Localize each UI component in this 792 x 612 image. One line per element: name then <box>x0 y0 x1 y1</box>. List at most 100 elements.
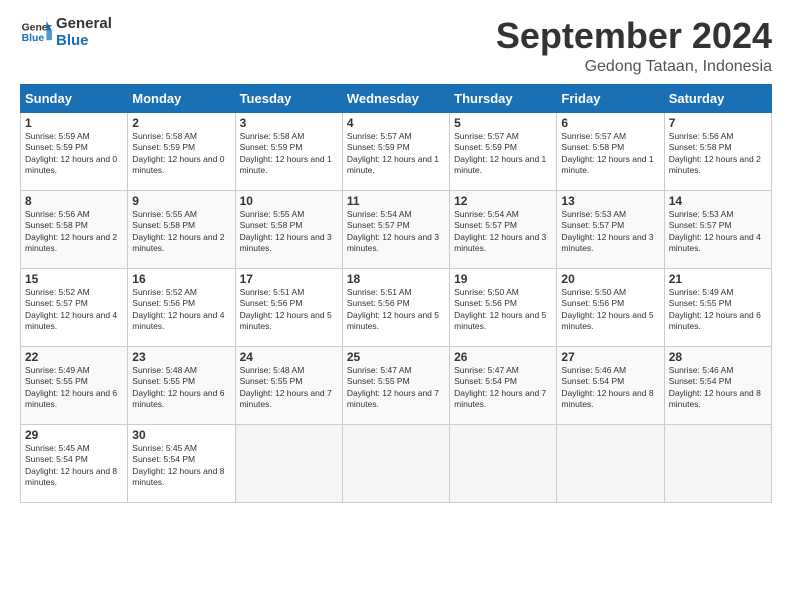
day-info: Sunrise: 5:58 AMSunset: 5:59 PMDaylight:… <box>240 131 338 177</box>
day-number: 17 <box>240 272 338 286</box>
calendar-cell: 29Sunrise: 5:45 AMSunset: 5:54 PMDayligh… <box>21 424 128 502</box>
calendar-cell <box>557 424 664 502</box>
day-info: Sunrise: 5:47 AMSunset: 5:54 PMDaylight:… <box>454 365 552 411</box>
header-monday: Monday <box>128 84 235 112</box>
day-info: Sunrise: 5:56 AMSunset: 5:58 PMDaylight:… <box>25 209 123 255</box>
logo: General Blue General Blue <box>20 16 112 49</box>
day-info: Sunrise: 5:57 AMSunset: 5:59 PMDaylight:… <box>454 131 552 177</box>
day-info: Sunrise: 5:48 AMSunset: 5:55 PMDaylight:… <box>132 365 230 411</box>
day-info: Sunrise: 5:47 AMSunset: 5:55 PMDaylight:… <box>347 365 445 411</box>
header-sunday: Sunday <box>21 84 128 112</box>
day-number: 1 <box>25 116 123 130</box>
page-header: General Blue General Blue September 2024… <box>20 16 772 76</box>
calendar-row: 8Sunrise: 5:56 AMSunset: 5:58 PMDaylight… <box>21 190 772 268</box>
calendar-cell: 24Sunrise: 5:48 AMSunset: 5:55 PMDayligh… <box>235 346 342 424</box>
day-info: Sunrise: 5:49 AMSunset: 5:55 PMDaylight:… <box>669 287 767 333</box>
calendar-cell <box>342 424 449 502</box>
location-title: Gedong Tataan, Indonesia <box>496 58 772 76</box>
day-number: 19 <box>454 272 552 286</box>
calendar-cell: 20Sunrise: 5:50 AMSunset: 5:56 PMDayligh… <box>557 268 664 346</box>
calendar-row: 29 Sunrise: 5:45 AMSunset: 5:54 PMDayligh… <box>21 424 772 502</box>
calendar-cell: 25Sunrise: 5:47 AMSunset: 5:55 PMDayligh… <box>342 346 449 424</box>
day-info: Sunrise: 5:46 AMSunset: 5:54 PMDaylight:… <box>669 365 767 411</box>
day-number: 14 <box>669 194 767 208</box>
day-info: Sunrise: 5:51 AMSunset: 5:56 PMDaylight:… <box>240 287 338 333</box>
logo-icon: General Blue <box>20 19 52 47</box>
calendar-cell: 15Sunrise: 5:52 AMSunset: 5:57 PMDayligh… <box>21 268 128 346</box>
day-number: 29 <box>25 428 123 442</box>
calendar-cell: 21Sunrise: 5:49 AMSunset: 5:55 PMDayligh… <box>664 268 771 346</box>
day-number: 13 <box>561 194 659 208</box>
calendar-row: 22Sunrise: 5:49 AMSunset: 5:55 PMDayligh… <box>21 346 772 424</box>
day-number: 7 <box>669 116 767 130</box>
calendar-header-row: SundayMondayTuesdayWednesdayThursdayFrid… <box>21 84 772 112</box>
calendar-cell <box>235 424 342 502</box>
calendar-row: 15Sunrise: 5:52 AMSunset: 5:57 PMDayligh… <box>21 268 772 346</box>
month-title: September 2024 <box>496 16 772 56</box>
day-info: Sunrise: 5:48 AMSunset: 5:55 PMDaylight:… <box>240 365 338 411</box>
calendar-cell: 27Sunrise: 5:46 AMSunset: 5:54 PMDayligh… <box>557 346 664 424</box>
day-number: 15 <box>25 272 123 286</box>
day-info: Sunrise: 5:46 AMSunset: 5:54 PMDaylight:… <box>561 365 659 411</box>
day-info: Sunrise: 5:58 AMSunset: 5:59 PMDaylight:… <box>132 131 230 177</box>
day-info: Sunrise: 5:55 AMSunset: 5:58 PMDaylight:… <box>132 209 230 255</box>
calendar-cell: 22Sunrise: 5:49 AMSunset: 5:55 PMDayligh… <box>21 346 128 424</box>
day-number: 5 <box>454 116 552 130</box>
day-info: Sunrise: 5:57 AMSunset: 5:59 PMDaylight:… <box>347 131 445 177</box>
calendar-cell: 26Sunrise: 5:47 AMSunset: 5:54 PMDayligh… <box>450 346 557 424</box>
calendar-cell: 4Sunrise: 5:57 AMSunset: 5:59 PMDaylight… <box>342 112 449 190</box>
day-number: 20 <box>561 272 659 286</box>
day-info: Sunrise: 5:49 AMSunset: 5:55 PMDaylight:… <box>25 365 123 411</box>
day-number: 21 <box>669 272 767 286</box>
calendar-cell: 10Sunrise: 5:55 AMSunset: 5:58 PMDayligh… <box>235 190 342 268</box>
header-saturday: Saturday <box>664 84 771 112</box>
day-number: 16 <box>132 272 230 286</box>
day-info: Sunrise: 5:57 AMSunset: 5:58 PMDaylight:… <box>561 131 659 177</box>
calendar-cell: 13Sunrise: 5:53 AMSunset: 5:57 PMDayligh… <box>557 190 664 268</box>
calendar-cell: 28Sunrise: 5:46 AMSunset: 5:54 PMDayligh… <box>664 346 771 424</box>
day-number: 9 <box>132 194 230 208</box>
day-number: 24 <box>240 350 338 364</box>
calendar-cell: 6Sunrise: 5:57 AMSunset: 5:58 PMDaylight… <box>557 112 664 190</box>
day-number: 25 <box>347 350 445 364</box>
calendar-cell: 12Sunrise: 5:54 AMSunset: 5:57 PMDayligh… <box>450 190 557 268</box>
day-info: Sunrise: 5:52 AMSunset: 5:57 PMDaylight:… <box>25 287 123 333</box>
calendar-cell: 1Sunrise: 5:59 AMSunset: 5:59 PMDaylight… <box>21 112 128 190</box>
calendar-cell: 17Sunrise: 5:51 AMSunset: 5:56 PMDayligh… <box>235 268 342 346</box>
calendar-cell: 2Sunrise: 5:58 AMSunset: 5:59 PMDaylight… <box>128 112 235 190</box>
day-number: 27 <box>561 350 659 364</box>
calendar-cell: 18Sunrise: 5:51 AMSunset: 5:56 PMDayligh… <box>342 268 449 346</box>
calendar-cell: 23Sunrise: 5:48 AMSunset: 5:55 PMDayligh… <box>128 346 235 424</box>
calendar-cell: 5Sunrise: 5:57 AMSunset: 5:59 PMDaylight… <box>450 112 557 190</box>
calendar-cell: 8Sunrise: 5:56 AMSunset: 5:58 PMDaylight… <box>21 190 128 268</box>
calendar-cell: 7Sunrise: 5:56 AMSunset: 5:58 PMDaylight… <box>664 112 771 190</box>
day-info: Sunrise: 5:59 AMSunset: 5:59 PMDaylight:… <box>25 131 123 177</box>
calendar-cell: 16Sunrise: 5:52 AMSunset: 5:56 PMDayligh… <box>128 268 235 346</box>
day-number: 11 <box>347 194 445 208</box>
calendar-cell: 19Sunrise: 5:50 AMSunset: 5:56 PMDayligh… <box>450 268 557 346</box>
day-number: 23 <box>132 350 230 364</box>
day-info: Sunrise: 5:56 AMSunset: 5:58 PMDaylight:… <box>669 131 767 177</box>
day-info: Sunrise: 5:50 AMSunset: 5:56 PMDaylight:… <box>454 287 552 333</box>
day-number: 2 <box>132 116 230 130</box>
header-tuesday: Tuesday <box>235 84 342 112</box>
day-info: Sunrise: 5:52 AMSunset: 5:56 PMDaylight:… <box>132 287 230 333</box>
calendar-cell: 3Sunrise: 5:58 AMSunset: 5:59 PMDaylight… <box>235 112 342 190</box>
day-info: Sunrise: 5:54 AMSunset: 5:57 PMDaylight:… <box>454 209 552 255</box>
day-number: 12 <box>454 194 552 208</box>
day-info: Sunrise: 5:54 AMSunset: 5:57 PMDaylight:… <box>347 209 445 255</box>
calendar-cell <box>450 424 557 502</box>
day-info: Sunrise: 5:50 AMSunset: 5:56 PMDaylight:… <box>561 287 659 333</box>
title-area: September 2024 Gedong Tataan, Indonesia <box>496 16 772 76</box>
calendar-cell <box>664 424 771 502</box>
day-info: Sunrise: 5:45 AMSunset: 5:54 PMDaylight:… <box>132 443 230 489</box>
calendar-row: 1Sunrise: 5:59 AMSunset: 5:59 PMDaylight… <box>21 112 772 190</box>
header-friday: Friday <box>557 84 664 112</box>
logo-text-line1: General <box>56 16 112 33</box>
day-number: 26 <box>454 350 552 364</box>
day-number: 3 <box>240 116 338 130</box>
calendar-cell: 14Sunrise: 5:53 AMSunset: 5:57 PMDayligh… <box>664 190 771 268</box>
day-number: 22 <box>25 350 123 364</box>
calendar-cell: 9Sunrise: 5:55 AMSunset: 5:58 PMDaylight… <box>128 190 235 268</box>
day-number: 6 <box>561 116 659 130</box>
